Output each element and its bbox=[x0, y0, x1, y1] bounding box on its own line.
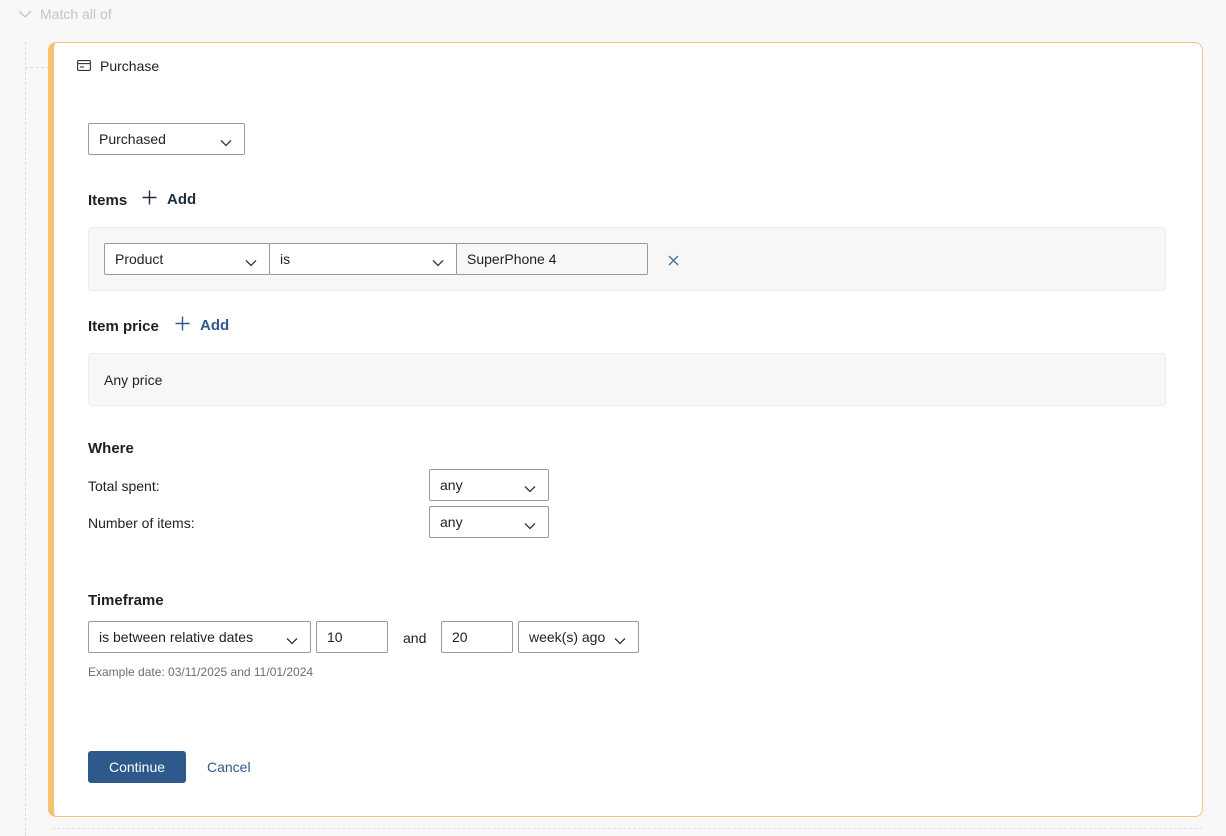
add-price-label: Add bbox=[200, 317, 230, 334]
example-date-hint: Example date: 03/11/2025 and 11/01/2024 bbox=[88, 665, 314, 679]
plus-icon bbox=[142, 190, 157, 209]
tree-connector-branch bbox=[25, 67, 49, 68]
any-price-text: Any price bbox=[104, 372, 163, 388]
timeframe-from-input[interactable]: 10 bbox=[316, 621, 388, 653]
items-label: Items bbox=[88, 192, 128, 209]
item-value-text: SuperPhone 4 bbox=[467, 251, 557, 267]
match-all-label: Match all of bbox=[40, 6, 112, 22]
chevron-down-icon bbox=[524, 517, 536, 533]
item-field-value: Product bbox=[115, 251, 164, 267]
item-operator-value: is bbox=[280, 251, 291, 267]
tree-connector-bottom bbox=[52, 828, 1202, 829]
tree-connector-line bbox=[25, 42, 26, 836]
event-select-value: Purchased bbox=[99, 131, 166, 147]
timeframe-operator-select[interactable]: is between relative dates bbox=[88, 621, 311, 653]
item-field-select[interactable]: Product bbox=[104, 243, 270, 275]
timeframe-label: Timeframe bbox=[88, 592, 164, 609]
continue-button[interactable]: Continue bbox=[88, 751, 186, 783]
timeframe-operator-value: is between relative dates bbox=[99, 629, 254, 645]
number-of-items-value: any bbox=[440, 514, 463, 530]
timeframe-unit-value: week(s) ago bbox=[529, 629, 606, 645]
where-label: Where bbox=[88, 440, 134, 457]
chevron-down-icon bbox=[286, 632, 298, 648]
chevron-down-icon bbox=[432, 254, 444, 270]
item-price-panel: Any price bbox=[88, 353, 1166, 406]
chevron-down-icon bbox=[18, 10, 32, 19]
plus-icon bbox=[175, 316, 190, 335]
remove-rule-close-icon[interactable] bbox=[668, 253, 679, 271]
chevron-down-icon bbox=[524, 480, 536, 496]
timeframe-to-input[interactable]: 20 bbox=[441, 621, 513, 653]
card-title: Purchase bbox=[100, 58, 160, 74]
item-operator-select[interactable]: is bbox=[269, 243, 457, 275]
chevron-down-icon bbox=[614, 632, 626, 648]
timeframe-unit-select[interactable]: week(s) ago bbox=[518, 621, 639, 653]
purchase-condition-card: Purchase Purchased Items Add Product is … bbox=[48, 42, 1203, 817]
total-spent-value: any bbox=[440, 477, 463, 493]
match-all-toggle[interactable]: Match all of bbox=[18, 6, 112, 22]
cancel-button[interactable]: Cancel bbox=[207, 759, 251, 775]
timeframe-from-value: 10 bbox=[327, 629, 343, 645]
add-item-button[interactable]: Add bbox=[142, 190, 196, 209]
timeframe-to-value: 20 bbox=[452, 629, 468, 645]
add-price-button[interactable]: Add bbox=[175, 316, 229, 335]
item-value-input[interactable]: SuperPhone 4 bbox=[456, 243, 648, 275]
credit-card-icon bbox=[77, 58, 91, 74]
items-rule-panel: Product is SuperPhone 4 bbox=[88, 227, 1166, 291]
item-price-label: Item price bbox=[88, 318, 159, 335]
number-of-items-select[interactable]: any bbox=[429, 506, 549, 538]
timeframe-and-label: and bbox=[403, 630, 427, 646]
number-of-items-label: Number of items: bbox=[88, 515, 195, 531]
card-header: Purchase bbox=[77, 58, 159, 74]
chevron-down-icon bbox=[245, 254, 257, 270]
total-spent-select[interactable]: any bbox=[429, 469, 549, 501]
add-item-label: Add bbox=[167, 191, 197, 208]
event-select[interactable]: Purchased bbox=[88, 123, 245, 155]
total-spent-label: Total spent: bbox=[88, 478, 160, 494]
chevron-down-icon bbox=[220, 134, 232, 150]
